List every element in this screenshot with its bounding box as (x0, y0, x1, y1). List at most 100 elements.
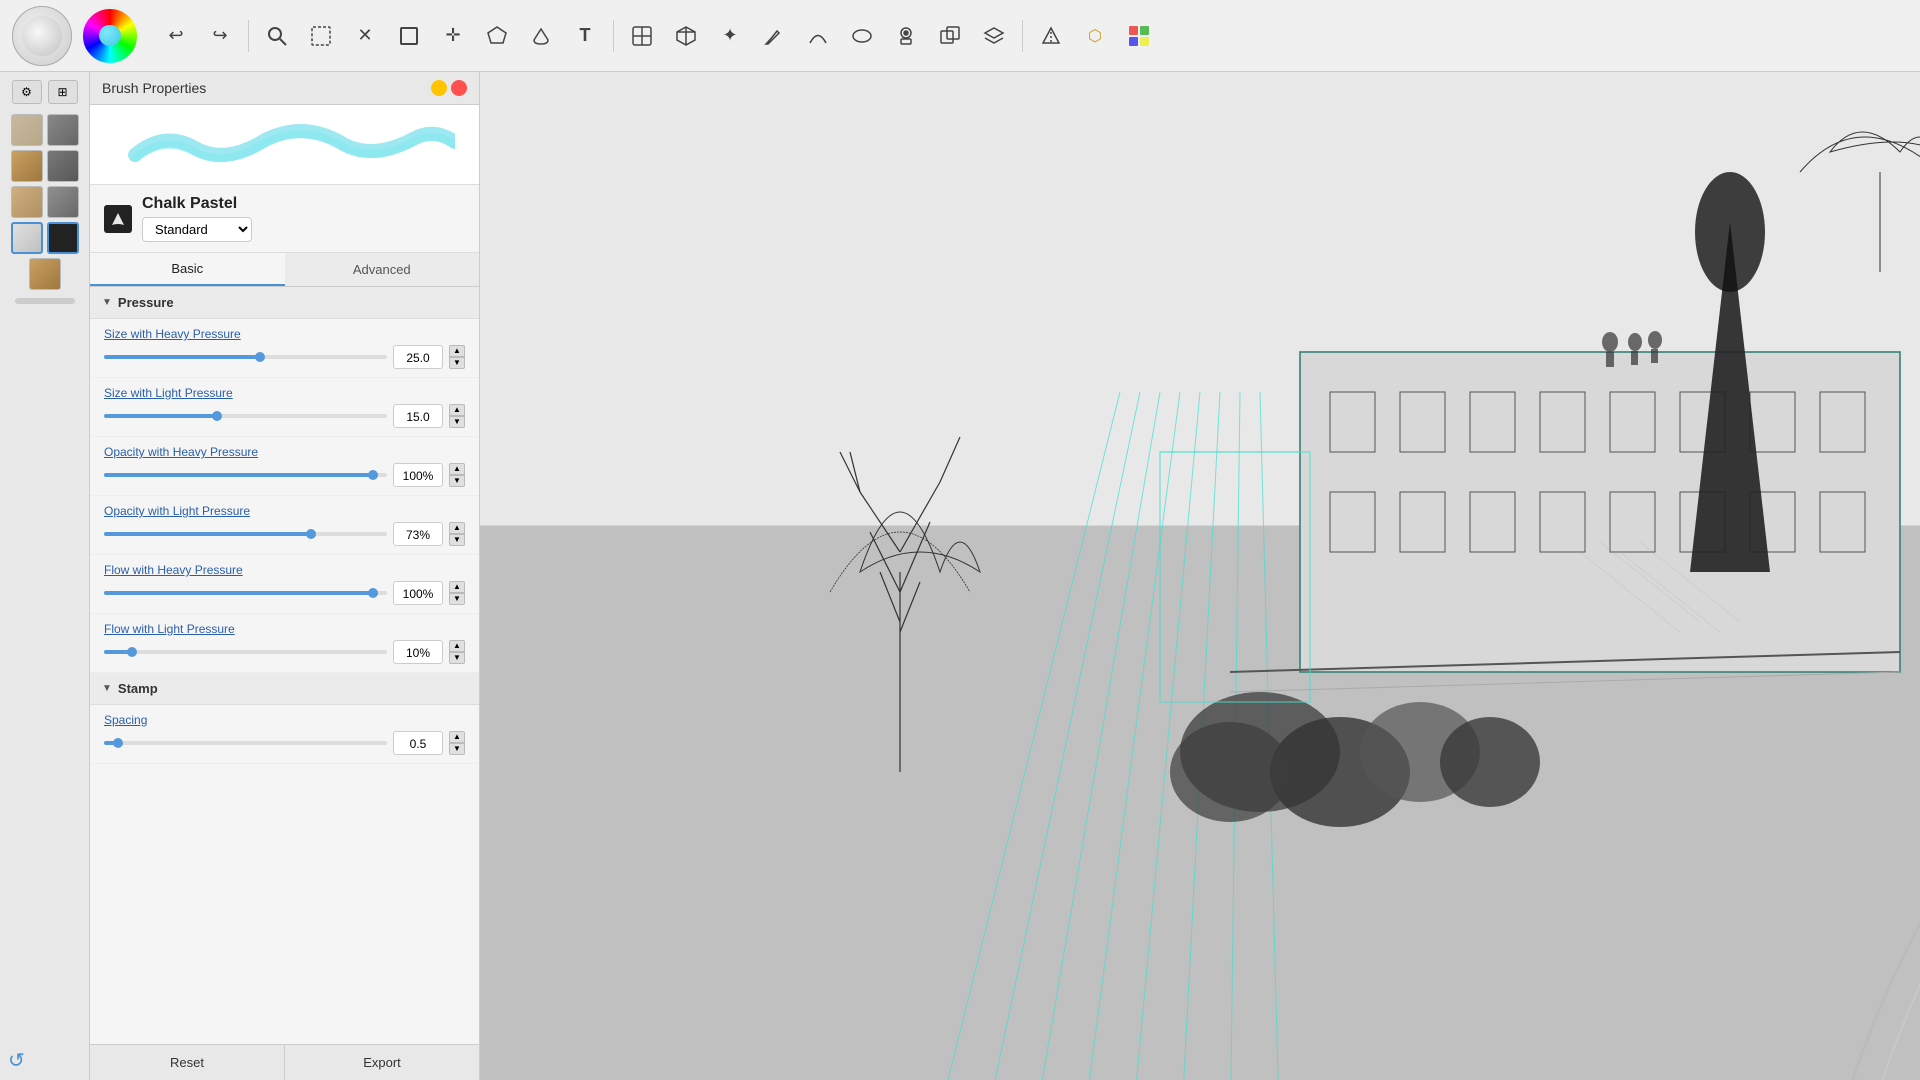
flow-heavy-arrows: ▲ ▼ (449, 581, 465, 605)
color-harmony-button[interactable]: ⬡ (1075, 16, 1115, 56)
brush-button[interactable] (754, 16, 794, 56)
spacing-value[interactable]: 0.5 (393, 731, 443, 755)
flow-heavy-up[interactable]: ▲ (449, 581, 465, 593)
flow-light-label[interactable]: Flow with Light Pressure (104, 622, 465, 636)
opacity-heavy-value[interactable]: 100% (393, 463, 443, 487)
opacity-heavy-row: Opacity with Heavy Pressure 100% ▲ ▼ (90, 437, 479, 496)
redo-button[interactable]: ↪ (200, 16, 240, 56)
grid-icon[interactable]: ⊞ (48, 80, 78, 104)
canvas-drawing[interactable] (480, 72, 1920, 1080)
flow-heavy-label[interactable]: Flow with Heavy Pressure (104, 563, 465, 577)
cube-button[interactable] (666, 16, 706, 56)
text-button[interactable]: T (565, 16, 605, 56)
bucket-button[interactable] (521, 16, 561, 56)
flow-light-down[interactable]: ▼ (449, 652, 465, 664)
brush-1a[interactable] (11, 114, 43, 146)
spacing-label[interactable]: Spacing (104, 713, 465, 727)
flow-heavy-value[interactable]: 100% (393, 581, 443, 605)
settings-icon[interactable]: ⚙ (12, 80, 42, 104)
layers-button[interactable] (974, 16, 1014, 56)
size-light-up[interactable]: ▲ (449, 404, 465, 416)
size-heavy-label[interactable]: Size with Heavy Pressure (104, 327, 465, 341)
brush-stroke-preview (115, 110, 455, 180)
opacity-heavy-label[interactable]: Opacity with Heavy Pressure (104, 445, 465, 459)
size-heavy-value[interactable]: 25.0 (393, 345, 443, 369)
size-light-down[interactable]: ▼ (449, 416, 465, 428)
undo-button[interactable]: ↩ (156, 16, 196, 56)
opacity-light-down[interactable]: ▼ (449, 534, 465, 546)
opacity-light-label[interactable]: Opacity with Light Pressure (104, 504, 465, 518)
deselect-button[interactable]: ✕ (345, 16, 385, 56)
opacity-light-fill (104, 532, 311, 536)
opacity-heavy-track[interactable] (104, 473, 387, 477)
symmetry-button[interactable] (1031, 16, 1071, 56)
brush-2a[interactable] (11, 150, 43, 182)
select-button[interactable] (301, 16, 341, 56)
flow-light-up[interactable]: ▲ (449, 640, 465, 652)
brush-properties-footer: Reset Export (90, 1044, 479, 1080)
brush-1b[interactable] (47, 114, 79, 146)
brush-row-2 (11, 150, 79, 182)
brush-3a[interactable] (11, 186, 43, 218)
ellipse-button[interactable] (842, 16, 882, 56)
flow-heavy-row: Flow with Heavy Pressure 100% ▲ ▼ (90, 555, 479, 614)
reset-button[interactable]: Reset (90, 1045, 284, 1080)
sep-3 (1022, 20, 1023, 52)
color-wheel[interactable] (80, 6, 140, 66)
palette-button[interactable] (1119, 16, 1159, 56)
size-heavy-arrows: ▲ ▼ (449, 345, 465, 369)
size-light-value[interactable]: 15.0 (393, 404, 443, 428)
zoom-button[interactable] (257, 16, 297, 56)
spacing-down[interactable]: ▼ (449, 743, 465, 755)
sync-icon[interactable]: ↺ (8, 1048, 32, 1072)
export-button[interactable]: Export (284, 1045, 479, 1080)
move-button[interactable]: ✛ (433, 16, 473, 56)
tab-basic[interactable]: Basic (90, 253, 285, 286)
brush-3b[interactable] (47, 186, 79, 218)
stamp-section-header[interactable]: ▼ Stamp (90, 673, 479, 705)
curve-button[interactable] (798, 16, 838, 56)
opacity-heavy-up[interactable]: ▲ (449, 463, 465, 475)
opacity-heavy-down[interactable]: ▼ (449, 475, 465, 487)
opacity-light-track[interactable] (104, 532, 387, 536)
panel-scrollbar[interactable] (15, 298, 75, 304)
size-heavy-track[interactable] (104, 355, 387, 359)
main-area: ⚙ ⊞ ↺ Brush Properties (0, 72, 1920, 1080)
brush-mode-row: Standard Multiply Screen Overlay (142, 217, 252, 242)
sep-2 (613, 20, 614, 52)
brush-4b[interactable] (47, 222, 79, 254)
flow-heavy-track[interactable] (104, 591, 387, 595)
node-button[interactable]: ✦ (710, 16, 750, 56)
spacing-up[interactable]: ▲ (449, 731, 465, 743)
spacing-track[interactable] (104, 741, 387, 745)
flow-light-track[interactable] (104, 650, 387, 654)
header-decorations (12, 6, 140, 66)
crop-button[interactable] (389, 16, 429, 56)
size-light-label[interactable]: Size with Light Pressure (104, 386, 465, 400)
panel-minimize-button[interactable] (431, 80, 447, 96)
size-light-track[interactable] (104, 414, 387, 418)
opacity-light-value[interactable]: 73% (393, 522, 443, 546)
opacity-light-up[interactable]: ▲ (449, 522, 465, 534)
size-heavy-down[interactable]: ▼ (449, 357, 465, 369)
panel-close-button[interactable] (451, 80, 467, 96)
size-light-control: 15.0 ▲ ▼ (104, 404, 465, 428)
flow-heavy-down[interactable]: ▼ (449, 593, 465, 605)
flow-light-value[interactable]: 10% (393, 640, 443, 664)
clone-button[interactable] (930, 16, 970, 56)
brush-2b[interactable] (47, 150, 79, 182)
pen-button[interactable] (622, 16, 662, 56)
size-heavy-up[interactable]: ▲ (449, 345, 465, 357)
polygon-button[interactable] (477, 16, 517, 56)
canvas-area[interactable] (480, 72, 1920, 1080)
stamp-arrow-icon: ▼ (102, 683, 112, 694)
flow-heavy-thumb (368, 588, 378, 598)
stamp-button[interactable] (886, 16, 926, 56)
brush-mode-select[interactable]: Standard Multiply Screen Overlay (142, 217, 252, 242)
pressure-section-header[interactable]: ▼ Pressure (90, 287, 479, 319)
tab-advanced[interactable]: Advanced (285, 253, 480, 286)
size-heavy-row: Size with Heavy Pressure 25.0 ▲ ▼ (90, 319, 479, 378)
brush-5a[interactable] (29, 258, 61, 290)
brush-4a[interactable] (11, 222, 43, 254)
main-toolbar: ↩ ↪ ✕ ✛ T (0, 0, 1920, 72)
